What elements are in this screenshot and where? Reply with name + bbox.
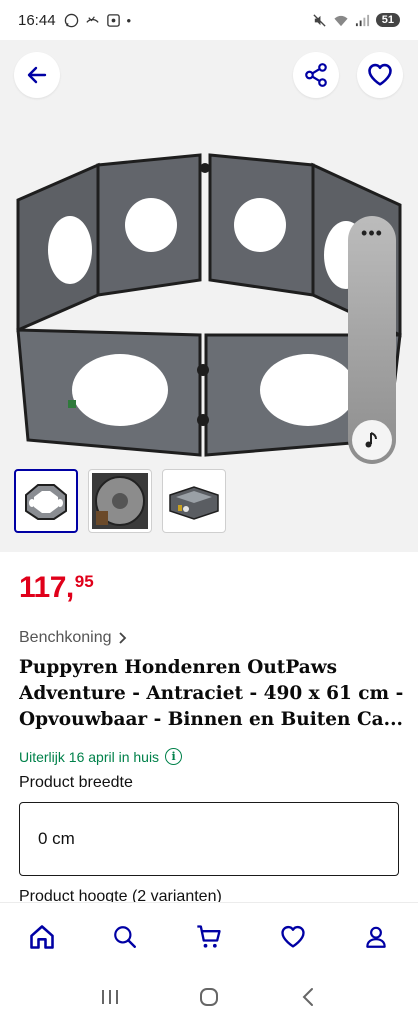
thumbnail-image bbox=[25, 484, 67, 520]
product-gallery: ••• bbox=[0, 40, 418, 552]
home-circle-icon bbox=[199, 988, 218, 1006]
missed-call-icon bbox=[85, 15, 99, 23]
thumbnail-image bbox=[169, 486, 219, 520]
user-icon bbox=[366, 926, 386, 948]
back-chevron-icon bbox=[302, 988, 314, 1006]
width-label: Product breedte bbox=[19, 774, 133, 791]
home-system-button[interactable] bbox=[189, 977, 229, 1017]
home-icon bbox=[30, 924, 54, 949]
more-options-icon[interactable]: ••• bbox=[348, 224, 396, 242]
notification-dot-icon: • bbox=[126, 12, 132, 28]
width-select[interactable]: 0 cm bbox=[19, 802, 399, 876]
price-cents: 95 bbox=[74, 572, 94, 591]
thumbnail-2[interactable] bbox=[88, 469, 152, 533]
system-navigation bbox=[0, 970, 418, 1024]
width-value: 0 cm bbox=[38, 829, 75, 848]
nav-cart[interactable] bbox=[184, 912, 234, 962]
product-title: Puppyren Hondenren OutPaws Adventure - A… bbox=[19, 657, 404, 730]
price-main: 117, bbox=[19, 571, 74, 604]
floating-toolbar: ••• bbox=[348, 216, 396, 464]
wifi-icon bbox=[334, 15, 348, 26]
share-button[interactable] bbox=[293, 52, 339, 98]
nav-search[interactable] bbox=[100, 912, 150, 962]
heart-icon bbox=[280, 925, 305, 947]
thumbnail-strip bbox=[14, 469, 226, 533]
delivery-info: Uiterlijk 16 april in huis i bbox=[19, 748, 183, 765]
info-icon[interactable]: i bbox=[165, 748, 183, 765]
heart-icon bbox=[368, 63, 392, 86]
music-button[interactable] bbox=[352, 420, 392, 460]
music-note-icon bbox=[365, 432, 377, 448]
back-button[interactable] bbox=[14, 52, 60, 98]
recent-apps-icon bbox=[101, 990, 118, 1004]
bottom-navigation bbox=[0, 902, 418, 970]
recent-apps-button[interactable] bbox=[90, 977, 130, 1017]
delivery-text: Uiterlijk 16 april in huis bbox=[19, 748, 160, 765]
signal-icon bbox=[355, 14, 369, 26]
status-time: 16:44 bbox=[18, 11, 56, 29]
nav-account[interactable] bbox=[351, 912, 401, 962]
search-icon bbox=[114, 925, 137, 948]
seller-name: Benchkoning bbox=[19, 629, 112, 646]
nav-favorites[interactable] bbox=[268, 912, 318, 962]
whatsapp-icon bbox=[64, 13, 78, 27]
thumbnail-1[interactable] bbox=[14, 469, 78, 533]
mute-icon bbox=[313, 13, 326, 27]
arrow-left-icon bbox=[27, 66, 47, 84]
chevron-right-icon bbox=[118, 632, 126, 644]
seller-link[interactable]: Benchkoning bbox=[19, 629, 128, 647]
share-icon bbox=[305, 63, 327, 87]
favorite-button[interactable] bbox=[357, 52, 403, 98]
thumbnail-3[interactable] bbox=[162, 469, 226, 533]
thumbnail-image bbox=[92, 473, 148, 529]
screenshot-icon bbox=[106, 13, 120, 27]
nav-home[interactable] bbox=[17, 912, 67, 962]
product-price: 117, 95 bbox=[19, 572, 94, 604]
cart-icon bbox=[197, 924, 221, 948]
status-bar: 16:44 • 51 bbox=[0, 0, 418, 40]
back-system-button[interactable] bbox=[288, 977, 328, 1017]
battery-indicator: 51 bbox=[375, 13, 400, 27]
